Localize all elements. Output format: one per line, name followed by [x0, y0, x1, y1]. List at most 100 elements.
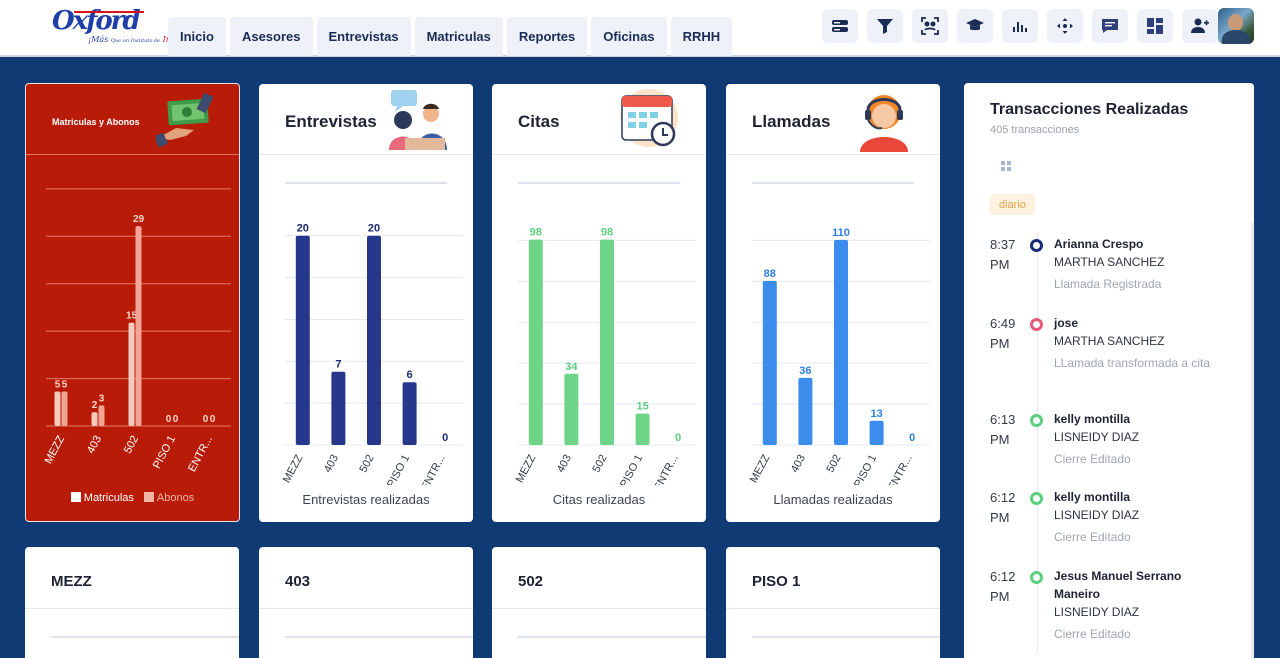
office-card-header: MEZZ	[25, 547, 239, 609]
nav-tab-inicio[interactable]: Inicio	[168, 17, 226, 56]
transaction-action: Cierre Editado	[1054, 452, 1131, 466]
matriculas-card-header: Matriculas y Abonos	[26, 84, 239, 155]
bar-mezz	[528, 239, 543, 445]
tick-label-mezz: MEZZ	[42, 434, 67, 466]
data-label: 20	[368, 223, 380, 235]
office-card-piso1: PISO 1	[726, 547, 940, 658]
server-icon[interactable]	[822, 9, 858, 43]
data-label: 0	[442, 432, 448, 444]
nav-tab-oficinas[interactable]: Oficinas	[591, 17, 667, 56]
transaction-asesor: LISNEIDY DIAZ	[1054, 605, 1140, 619]
transaction-action: LLamada transformada a cita	[1054, 356, 1211, 370]
timeline-dot-icon	[1030, 414, 1043, 427]
nav-tab-matriculas[interactable]: Matriculas	[414, 17, 503, 56]
tick-label-piso1: PISO 1	[852, 453, 879, 485]
entrevistas-card-title: Entrevistas	[285, 112, 377, 131]
entrevistas-footer: Entrevistas realizadas	[302, 492, 430, 507]
tick-label-502: 502	[122, 434, 141, 456]
bar-piso1	[402, 382, 417, 445]
tick-label-502: 502	[824, 453, 843, 475]
bar-403	[798, 377, 813, 445]
tick-label-mezz: MEZZ	[748, 453, 773, 485]
face-scan-icon[interactable]	[912, 9, 948, 43]
office-card-403: 403	[259, 547, 473, 658]
tick-label-piso1: PISO 1	[385, 453, 412, 485]
chart-baseline	[51, 636, 239, 638]
data-label: 98	[601, 227, 613, 239]
logo-wordmark: Oxford	[52, 6, 144, 36]
period-badge[interactable]: diario	[990, 194, 1035, 215]
bar-403-matriculas	[91, 412, 98, 426]
main-nav: Inicio Asesores Entrevistas Matriculas R…	[168, 17, 733, 56]
chat-icon[interactable]	[1092, 9, 1128, 43]
transaction-action: Llamada Registrada	[1054, 277, 1162, 291]
data-label: 34	[565, 361, 578, 373]
tick-label-entr: ENTR...	[652, 453, 681, 485]
move-icon[interactable]	[1047, 9, 1083, 43]
transaction-client: jose	[1054, 316, 1079, 330]
filter-icon[interactable]	[867, 9, 903, 43]
tick-label-mezz: MEZZ	[514, 453, 539, 485]
chart-baseline	[518, 636, 706, 638]
timeline-dot-icon	[1030, 318, 1043, 331]
data-label: 6	[407, 369, 413, 381]
data-label: 36	[799, 365, 811, 377]
data-label: 0	[203, 414, 209, 425]
dashboard-icon[interactable]	[1137, 9, 1173, 43]
data-label: 3	[99, 393, 105, 404]
data-label: 0	[210, 414, 216, 425]
office-card-title: MEZZ	[51, 573, 92, 590]
office-card-mezz: MEZZ	[25, 547, 239, 658]
add-user-icon[interactable]	[1182, 9, 1218, 43]
data-label: 0	[675, 432, 681, 444]
tick-label-403: 403	[85, 434, 104, 456]
legend-item-abonos[interactable]: Abonos	[143, 492, 194, 504]
nav-tab-asesores[interactable]: Asesores	[229, 17, 313, 56]
legend-label-matriculas: Matriculas	[83, 492, 134, 504]
grid-dots-icon[interactable]	[1001, 161, 1011, 171]
data-label: 98	[530, 227, 542, 239]
data-label: 0	[909, 432, 915, 444]
tick-label-piso1: PISO 1	[618, 453, 645, 485]
nav-tab-reportes[interactable]: Reportes	[506, 17, 588, 56]
timeline-dot-icon	[1030, 239, 1043, 252]
bar-403	[564, 373, 579, 445]
transaction-asesor: LISNEIDY DIAZ	[1054, 430, 1140, 444]
office-card-title: PISO 1	[752, 573, 801, 590]
transactions-panel: Transacciones Realizadas 405 transaccion…	[964, 83, 1254, 658]
bar-chart-icon[interactable]	[1002, 9, 1038, 43]
bar-502	[367, 235, 381, 445]
nav-tab-entrevistas[interactable]: Entrevistas	[316, 17, 411, 56]
citas-card-header: Citas	[492, 84, 706, 155]
bar-502	[834, 239, 848, 445]
tick-label-502: 502	[357, 453, 376, 475]
citas-footer: Citas realizadas	[552, 492, 646, 507]
matriculas-chart: 5 5MEZZ2340315295020 0PISO 10 0ENTR...	[42, 188, 231, 474]
timeline-dot-icon	[1030, 571, 1043, 584]
tick-label-502: 502	[590, 453, 609, 475]
scrollbar[interactable]	[1251, 223, 1254, 658]
bar-502-matriculas	[128, 322, 135, 426]
avatar[interactable]	[1218, 8, 1254, 44]
llamadas-card-header: Llamadas	[726, 84, 940, 155]
graduation-cap-icon[interactable]	[957, 9, 993, 43]
oxford-logo[interactable]: Oxford ¡Más Que un Instituto de Inglés!	[52, 6, 191, 50]
citas-card: Citas 98 MEZZ 34 403 98 502 15 PISO 1 0 ENTR... C…	[492, 84, 706, 522]
matriculas-card-title: Matriculas y Abonos	[52, 117, 140, 127]
data-label: 13	[870, 408, 882, 420]
tick-label-403: 403	[789, 453, 808, 475]
matriculas-legend: Matriculas Abonos	[26, 492, 239, 504]
office-card-header: PISO 1	[726, 547, 940, 609]
timeline-dot-icon	[1030, 492, 1043, 505]
bar-mezz	[762, 280, 777, 445]
nav-tab-rrhh[interactable]: RRHH	[670, 17, 733, 56]
transaction-time: 8:37 PM	[990, 237, 1016, 272]
tick-label-entr: ENTR...	[886, 453, 915, 485]
transaction-time: 6:13 PM	[990, 412, 1016, 447]
data-label: 2	[92, 400, 98, 411]
call-agent-icon	[860, 95, 908, 152]
transaction-client: kelly montilla	[1054, 490, 1131, 504]
legend-item-matriculas[interactable]: Matriculas	[70, 492, 134, 504]
entrevistas-card-header: Entrevistas	[259, 84, 473, 155]
toolbar	[822, 9, 1218, 43]
